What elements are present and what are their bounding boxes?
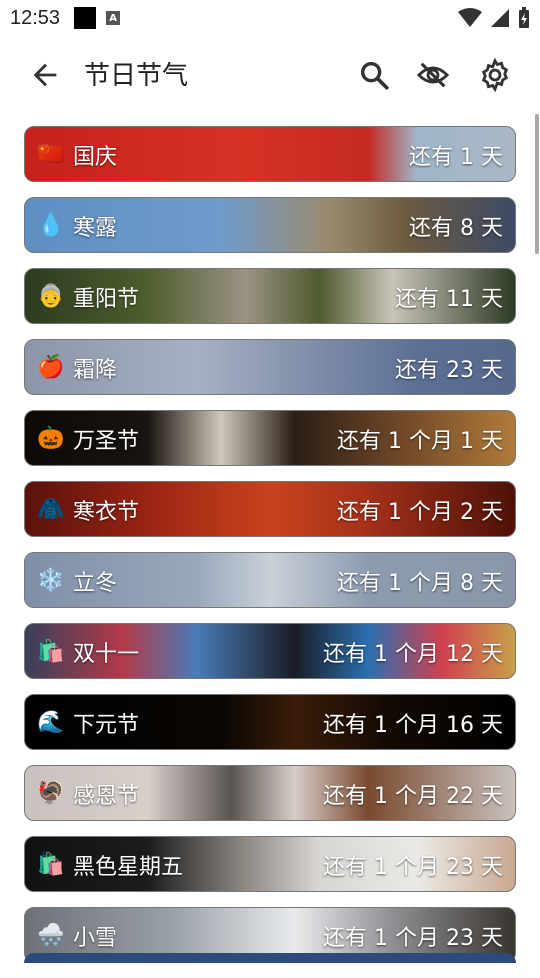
holiday-card[interactable]: 🧥 寒衣节 还有 1 个月 2 天	[24, 481, 516, 537]
apple-icon: 🍎	[37, 354, 65, 380]
holiday-name: 双十一	[73, 642, 140, 667]
turkey-icon: 🦃	[37, 780, 65, 806]
holiday-card[interactable]: 🎃 万圣节 还有 1 个月 1 天	[24, 410, 516, 466]
holiday-card[interactable]: 🇨🇳 国庆 还有 1 天	[24, 126, 516, 182]
holiday-countdown: 还有 1 个月 22 天	[323, 784, 503, 809]
holiday-name: 重阳节	[73, 287, 140, 312]
coat-icon: 🧥	[37, 496, 65, 522]
shopping-bag-icon: 🛍️	[37, 851, 65, 877]
holiday-card[interactable]: 💧 寒露 还有 8 天	[24, 197, 516, 253]
holiday-countdown: 还有 1 天	[409, 145, 503, 170]
holiday-name: 寒露	[73, 216, 118, 241]
holiday-countdown: 还有 11 天	[395, 287, 503, 312]
droplet-icon: 💧	[37, 212, 65, 238]
next-holiday-card-peek[interactable]	[24, 953, 516, 963]
status-time: 12:53	[10, 6, 61, 29]
holiday-card[interactable]: 🦃 感恩节 还有 1 个月 22 天	[24, 765, 516, 821]
signal-icon	[491, 9, 509, 27]
holiday-name: 国庆	[73, 145, 118, 170]
holiday-name: 下元节	[73, 713, 140, 738]
holiday-name: 万圣节	[73, 429, 140, 454]
snowflake-icon: ❄️	[37, 567, 65, 593]
holiday-countdown: 还有 1 个月 23 天	[323, 855, 503, 880]
page-title: 节日节气	[84, 61, 189, 91]
gear-icon[interactable]	[478, 58, 512, 92]
app-bar: 节日节气	[0, 36, 540, 114]
holiday-name: 黑色星期五	[73, 855, 184, 880]
holiday-countdown: 还有 1 个月 23 天	[323, 926, 503, 951]
holiday-countdown: 还有 1 个月 8 天	[337, 571, 503, 596]
holiday-card[interactable]: 🌊 下元节 还有 1 个月 16 天	[24, 694, 516, 750]
status-bar: 12:53 A	[0, 0, 540, 36]
holiday-name: 感恩节	[73, 784, 140, 809]
holiday-card[interactable]: 🛍️ 黑色星期五 还有 1 个月 23 天	[24, 836, 516, 892]
holiday-list: 🇨🇳 国庆 还有 1 天 💧 寒露 还有 8 天 👵 重阳节 还有 11 天 🍎…	[24, 126, 516, 978]
holiday-card[interactable]: 🍎 霜降 还有 23 天	[24, 339, 516, 395]
back-arrow-icon[interactable]	[28, 58, 62, 92]
shopping-bag-icon: 🛍️	[37, 638, 65, 664]
holiday-countdown: 还有 1 个月 16 天	[323, 713, 503, 738]
holiday-countdown: 还有 8 天	[409, 216, 503, 241]
wave-icon: 🌊	[37, 709, 65, 735]
old-woman-icon: 👵	[37, 283, 65, 309]
notification-icon	[74, 7, 97, 29]
holiday-card[interactable]: ❄️ 立冬 还有 1 个月 8 天	[24, 552, 516, 608]
holiday-name: 小雪	[73, 926, 118, 951]
holiday-name: 霜降	[73, 358, 118, 383]
holiday-countdown: 还有 23 天	[395, 358, 503, 383]
pumpkin-icon: 🎃	[37, 425, 65, 451]
holiday-countdown: 还有 1 个月 2 天	[337, 500, 503, 525]
battery-icon	[519, 7, 529, 28]
wifi-icon	[458, 8, 482, 27]
notification-letter-icon: A	[106, 11, 121, 25]
holiday-name: 立冬	[73, 571, 118, 596]
holiday-name: 寒衣节	[73, 500, 140, 525]
scrollbar[interactable]	[535, 114, 539, 254]
snow-cloud-icon: 🌨️	[37, 922, 65, 948]
china-flag-icon: 🇨🇳	[37, 141, 65, 167]
holiday-card[interactable]: 🛍️ 双十一 还有 1 个月 12 天	[24, 623, 516, 679]
visibility-off-icon[interactable]	[416, 58, 450, 92]
holiday-countdown: 还有 1 个月 1 天	[337, 429, 503, 454]
holiday-countdown: 还有 1 个月 12 天	[323, 642, 503, 667]
holiday-card[interactable]: 👵 重阳节 还有 11 天	[24, 268, 516, 324]
search-icon[interactable]	[357, 58, 391, 92]
